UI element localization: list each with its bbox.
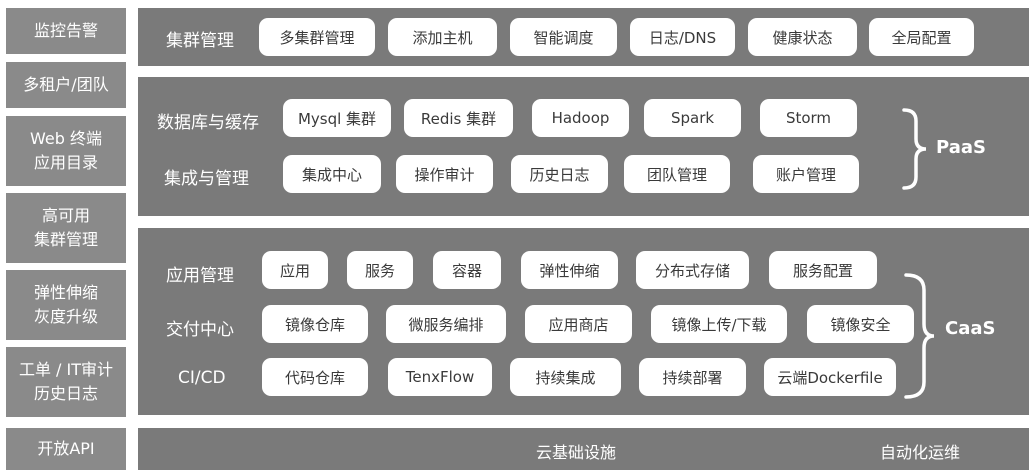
caas-item: 应用 bbox=[262, 251, 328, 289]
sidebar-line: 灰度升级 bbox=[33, 307, 98, 326]
sidebar-item-high-availability: 高可用 集群管理 bbox=[6, 193, 126, 263]
cluster-label: 集群管理 bbox=[166, 31, 234, 51]
caas-item: 镜像仓库 bbox=[262, 305, 368, 343]
cluster-item: 全局配置 bbox=[869, 18, 974, 56]
paas-item: 历史日志 bbox=[511, 155, 608, 193]
caas-item: TenxFlow bbox=[388, 358, 492, 396]
ops-label: 自动化运维 bbox=[880, 443, 961, 462]
caas-item: 服务配置 bbox=[769, 251, 877, 289]
caas-brace bbox=[904, 273, 935, 399]
sidebar-line: 集群管理 bbox=[33, 230, 98, 249]
caas-item: 持续集成 bbox=[510, 358, 621, 396]
caas-item: 云端Dockerfile bbox=[764, 358, 896, 396]
paas-item: Mysql 集群 bbox=[283, 99, 391, 137]
sidebar-line: 监控告警 bbox=[33, 21, 98, 40]
caas-row-label: 应用管理 bbox=[166, 266, 234, 286]
infra-label: 云基础设施 bbox=[536, 443, 617, 462]
caas-panel: 应用管理 应用 服务 容器 弹性伸缩 分布式存储 服务配置 交付中心 镜像仓库 … bbox=[138, 228, 1029, 415]
cluster-item: 添加主机 bbox=[388, 18, 497, 56]
sidebar-item-ticket-audit: 工单 / IT审计 历史日志 bbox=[6, 347, 126, 417]
cluster-item: 多集群管理 bbox=[259, 18, 375, 56]
sidebar-line: 多租户/团队 bbox=[23, 75, 109, 94]
paas-item: 操作审计 bbox=[396, 155, 493, 193]
sidebar-line: 工单 / IT审计 bbox=[18, 360, 114, 379]
paas-item: Hadoop bbox=[532, 99, 629, 137]
sidebar-item-monitoring: 监控告警 bbox=[6, 8, 126, 54]
paas-panel: 数据库与缓存 Mysql 集群 Redis 集群 Hadoop Spark St… bbox=[138, 77, 1029, 216]
paas-item: 集成中心 bbox=[283, 155, 381, 193]
caas-item: 持续部署 bbox=[639, 358, 746, 396]
paas-tag: PaaS bbox=[936, 137, 986, 158]
paas-item: Redis 集群 bbox=[404, 99, 513, 137]
caas-item: 应用商店 bbox=[525, 305, 632, 343]
paas-item: 账户管理 bbox=[753, 155, 859, 193]
caas-row-label: CI/CD bbox=[178, 368, 226, 388]
infra-bar: 云基础设施 自动化运维 bbox=[138, 428, 1029, 470]
sidebar-item-autoscale: 弹性伸缩 灰度升级 bbox=[6, 270, 126, 340]
sidebar-line: 高可用 bbox=[41, 206, 90, 225]
caas-item: 弹性伸缩 bbox=[521, 251, 618, 289]
sidebar-line: Web 终端 bbox=[30, 129, 102, 148]
caas-item: 分布式存储 bbox=[636, 251, 749, 289]
sidebar-line: 应用目录 bbox=[33, 153, 98, 172]
caas-item: 镜像上传/下载 bbox=[651, 305, 787, 343]
caas-item: 镜像安全 bbox=[807, 305, 914, 343]
sidebar-item-multi-tenant: 多租户/团队 bbox=[6, 62, 126, 108]
paas-item: 团队管理 bbox=[624, 155, 730, 193]
sidebar-line: 弹性伸缩 bbox=[33, 283, 98, 302]
sidebar-item-web-terminal: Web 终端 应用目录 bbox=[6, 116, 126, 186]
cluster-panel: 集群管理 多集群管理 添加主机 智能调度 日志/DNS 健康状态 全局配置 bbox=[138, 8, 1029, 66]
cluster-item: 智能调度 bbox=[510, 18, 617, 56]
paas-item: Spark bbox=[644, 99, 741, 137]
caas-item: 容器 bbox=[433, 251, 501, 289]
paas-row-label: 集成与管理 bbox=[164, 169, 249, 189]
caas-tag: CaaS bbox=[945, 318, 996, 339]
cluster-item: 日志/DNS bbox=[630, 18, 735, 56]
paas-row-label: 数据库与缓存 bbox=[157, 113, 259, 133]
caas-item: 服务 bbox=[347, 251, 413, 289]
caas-item: 代码仓库 bbox=[262, 358, 368, 396]
paas-item: Storm bbox=[760, 99, 857, 137]
sidebar-line: 历史日志 bbox=[33, 384, 98, 403]
caas-item: 微服务编排 bbox=[386, 305, 506, 343]
sidebar-line: 开放API bbox=[37, 439, 95, 458]
sidebar-item-open-api: 开放API bbox=[6, 428, 126, 470]
paas-brace bbox=[902, 108, 927, 190]
caas-row-label: 交付中心 bbox=[166, 320, 234, 340]
cluster-item: 健康状态 bbox=[748, 18, 857, 56]
